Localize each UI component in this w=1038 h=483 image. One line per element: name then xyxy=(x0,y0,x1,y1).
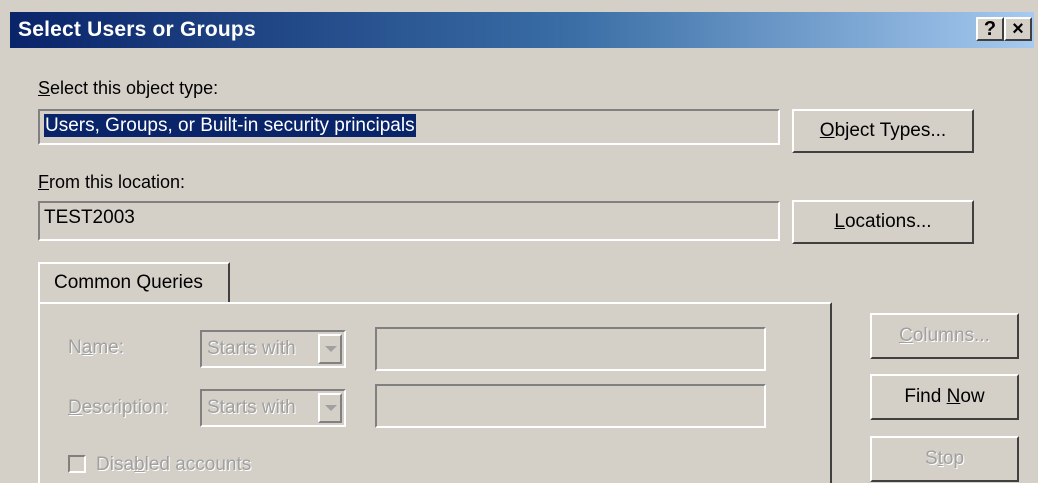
description-label: Description: xyxy=(68,397,169,418)
help-button[interactable]: ? xyxy=(976,17,1004,41)
find-now-button[interactable]: Find Now xyxy=(870,374,1019,420)
name-match-value: Starts with xyxy=(207,338,296,359)
object-type-value: Users, Groups, or Built-in security prin… xyxy=(44,114,416,137)
location-value: TEST2003 xyxy=(44,207,135,228)
name-query-input[interactable] xyxy=(375,327,766,371)
name-label: Name: xyxy=(68,337,124,358)
close-button[interactable]: × xyxy=(1004,17,1032,41)
columns-button[interactable]: Columns... xyxy=(870,313,1019,359)
chevron-down-icon[interactable] xyxy=(318,334,342,364)
title-bar[interactable]: Select Users or Groups ? × xyxy=(10,12,1034,48)
stop-button[interactable]: Stop xyxy=(870,436,1019,482)
location-field[interactable]: TEST2003 xyxy=(38,201,780,241)
name-match-combo[interactable]: Starts with xyxy=(200,330,346,368)
tab-common-queries[interactable]: Common Queries xyxy=(38,262,230,304)
locations-button[interactable]: Locations... xyxy=(792,200,974,244)
disabled-accounts-label: Disabled accounts xyxy=(96,454,252,475)
chevron-down-icon[interactable] xyxy=(318,393,342,423)
object-type-label: Select this object type: xyxy=(38,78,219,98)
object-types-button[interactable]: Object Types... xyxy=(792,109,974,153)
object-type-field[interactable]: Users, Groups, or Built-in security prin… xyxy=(38,109,780,145)
location-label: From this location: xyxy=(38,172,186,192)
description-match-value: Starts with xyxy=(207,397,296,418)
disabled-accounts-checkbox[interactable] xyxy=(68,455,86,473)
description-match-combo[interactable]: Starts with xyxy=(200,389,346,427)
dialog-window: Select Users or Groups ? × Select this o… xyxy=(0,0,1038,483)
description-query-input[interactable] xyxy=(375,384,766,428)
window-title: Select Users or Groups xyxy=(18,18,256,41)
